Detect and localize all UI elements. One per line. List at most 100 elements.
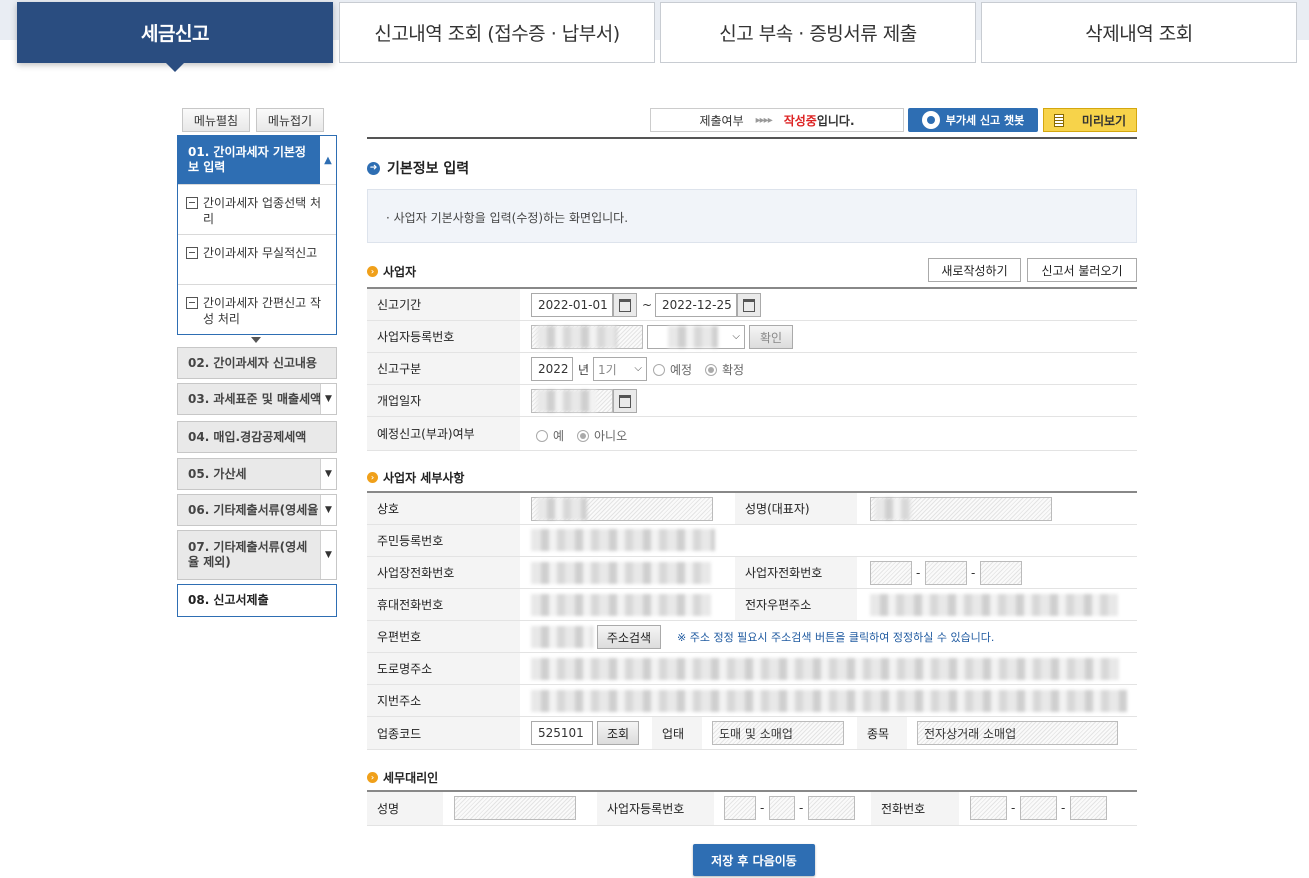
bullet-icon: › xyxy=(367,266,378,277)
field-label: 신고구분 xyxy=(367,353,520,384)
field-label: 업종코드 xyxy=(367,717,520,749)
period-end-input[interactable]: 2022-12-25 xyxy=(655,293,737,317)
chevron-down-icon[interactable]: ▼ xyxy=(320,459,336,489)
tab-label: 삭제내역 조회 xyxy=(1085,23,1193,45)
masked-value xyxy=(531,529,715,551)
row-zip: 우편번호 주소검색 ※ 주소 정정 필요시 주소검색 버튼을 클릭하여 정정하실… xyxy=(367,621,1137,653)
nav-item-label: 08. 신고서제출 xyxy=(188,593,269,607)
row-period: 신고기간 2022-01-01 ~ 2022-12-25 xyxy=(367,289,1137,321)
year-input[interactable]: 2022 xyxy=(531,357,573,381)
radio-no[interactable]: 아니오 xyxy=(577,427,627,444)
field-label: 도로명주소 xyxy=(367,653,520,684)
chevron-down-icon[interactable]: ▼ xyxy=(320,384,336,414)
nav-item-06[interactable]: 06. 기타제출서류(영세율 ▼ xyxy=(177,494,337,526)
masked-value xyxy=(870,594,1118,616)
industry-code-input[interactable]: 525101 xyxy=(531,721,593,745)
agent-name-input[interactable] xyxy=(454,796,576,820)
nav-item-label: 05. 가산세 xyxy=(188,466,247,481)
section-title: ➜ 기본정보 입력 xyxy=(367,158,469,178)
agent-phone-part3[interactable] xyxy=(1070,796,1107,820)
row-lot-address: 지번주소 xyxy=(367,685,1137,717)
field-label: 지번주소 xyxy=(367,685,520,716)
calendar-icon[interactable] xyxy=(737,293,761,317)
radio-final[interactable]: 확정 xyxy=(705,361,744,378)
divider xyxy=(367,137,1137,139)
row-road-address: 도로명주소 xyxy=(367,653,1137,685)
dash: - xyxy=(1011,801,1016,815)
radio-circle xyxy=(705,363,717,376)
nav-item-03[interactable]: 03. 과세표준 및 매출세액 ▼ xyxy=(177,383,337,415)
chevron-up-icon[interactable]: ▲ xyxy=(320,136,336,184)
confirm-button[interactable]: 확인 xyxy=(749,325,793,349)
masked-value xyxy=(531,562,711,584)
field-label: 주민등록번호 xyxy=(367,525,520,556)
field-label: 사업자등록번호 xyxy=(597,792,714,825)
nav-item-05[interactable]: 05. 가산세 ▼ xyxy=(177,458,337,490)
dash: - xyxy=(971,566,976,580)
bullet-icon: › xyxy=(367,772,378,783)
nav-item-basic-info[interactable]: 01. 간이과세자 기본정보 입력 ▲ xyxy=(178,136,336,184)
tab-filing-history[interactable]: 신고내역 조회 (접수증 · 납부서) xyxy=(339,2,655,63)
chatbot-button[interactable]: 부가세 신고 챗봇 xyxy=(908,108,1038,132)
biz-type-value: 도매 및 소매업 xyxy=(719,726,793,741)
address-search-button[interactable]: 주소검색 xyxy=(597,625,661,649)
row-open-date: 개업일자 xyxy=(367,385,1137,417)
agent-regno-part1[interactable] xyxy=(724,796,756,820)
lookup-button[interactable]: 조회 xyxy=(597,721,639,745)
row-agent: 성명 사업자등록번호 - - 전화번호 - - xyxy=(367,792,1137,826)
tel-part3[interactable] xyxy=(980,561,1022,585)
tel-part2[interactable] xyxy=(925,561,967,585)
minus-icon xyxy=(186,197,198,209)
business-table: 신고기간 2022-01-01 ~ 2022-12-25 사업자등록번호 ⌵ 확… xyxy=(367,287,1137,451)
status-suffix: 입니다. xyxy=(816,113,855,128)
agent-regno-part2[interactable] xyxy=(769,796,795,820)
nav-subitem-no-activity[interactable]: 간이과세자 무실적신고 xyxy=(178,234,336,284)
agent-table: 성명 사업자등록번호 - - 전화번호 - - xyxy=(367,790,1137,826)
chevron-down-icon: ⌵ xyxy=(634,363,642,374)
field-label: 사업자전화번호 xyxy=(735,557,857,588)
nav-subitem-simple-filing[interactable]: 간이과세자 간편신고 작성 처리 xyxy=(178,284,336,334)
nav-item-07[interactable]: 07. 기타제출서류(영세율 제외) ▼ xyxy=(177,530,337,580)
chevron-down-icon[interactable]: ▼ xyxy=(320,531,336,579)
field-label: 종목 xyxy=(857,717,907,749)
calendar-icon[interactable] xyxy=(613,293,637,317)
row-prelim: 예정신고(부과)여부 예 아니오 xyxy=(367,417,1137,451)
save-next-button[interactable]: 저장 후 다음이동 xyxy=(693,844,815,876)
field-label: 성명(대표자) xyxy=(735,493,857,524)
tab-tax-filing[interactable]: 세금신고 xyxy=(17,2,333,72)
tel-part1[interactable] xyxy=(870,561,912,585)
nav-item-08[interactable]: 08. 신고서제출 xyxy=(177,584,337,617)
active-tab-arrow xyxy=(165,62,185,72)
masked-value xyxy=(531,626,593,648)
menu-collapse-button[interactable]: 메뉴접기 xyxy=(256,108,324,132)
dash: - xyxy=(760,801,765,815)
calendar-icon[interactable] xyxy=(613,389,637,413)
period-start-input[interactable]: 2022-01-01 xyxy=(531,293,613,317)
preview-button[interactable]: 미리보기 xyxy=(1043,108,1137,132)
radio-preliminary[interactable]: 예정 xyxy=(653,361,692,378)
agent-phone-part2[interactable] xyxy=(1020,796,1057,820)
minus-icon xyxy=(186,247,198,259)
nav-subitem-industry-select[interactable]: 간이과세자 업종선택 처리 xyxy=(178,184,336,234)
agent-phone-part1[interactable] xyxy=(970,796,1007,820)
term-select[interactable]: 1기 ⌵ xyxy=(593,357,647,381)
nav-item-04[interactable]: 04. 매입.경감공제세액 xyxy=(177,421,337,453)
regno-select[interactable]: ⌵ xyxy=(647,325,745,349)
agent-regno-part3[interactable] xyxy=(808,796,855,820)
field-label: 업태 xyxy=(652,717,702,749)
nav-item-label: 02. 간이과세자 신고내용 xyxy=(188,355,317,370)
address-note: ※ 주소 정정 필요시 주소검색 버튼을 클릭하여 정정하실 수 있습니다. xyxy=(677,631,995,644)
radio-yes[interactable]: 예 xyxy=(536,427,564,444)
chevron-down-icon[interactable]: ▼ xyxy=(320,495,336,525)
new-write-button[interactable]: 새로작성하기 xyxy=(928,258,1021,282)
menu-expand-button[interactable]: 메뉴펼침 xyxy=(182,108,250,132)
chevron-down-icon: ⌵ xyxy=(732,331,740,342)
tilde: ~ xyxy=(642,298,653,312)
tab-attachments[interactable]: 신고 부속 · 증빙서류 제출 xyxy=(660,2,976,63)
agent-heading-text: 세무대리인 xyxy=(383,771,439,785)
tab-deleted-history[interactable]: 삭제내역 조회 xyxy=(981,2,1297,63)
item-value: 전자상거래 소매업 xyxy=(924,726,1017,741)
load-return-button[interactable]: 신고서 불러오기 xyxy=(1027,258,1137,282)
bullet-icon: › xyxy=(367,472,378,483)
nav-item-02[interactable]: 02. 간이과세자 신고내용 xyxy=(177,347,337,379)
